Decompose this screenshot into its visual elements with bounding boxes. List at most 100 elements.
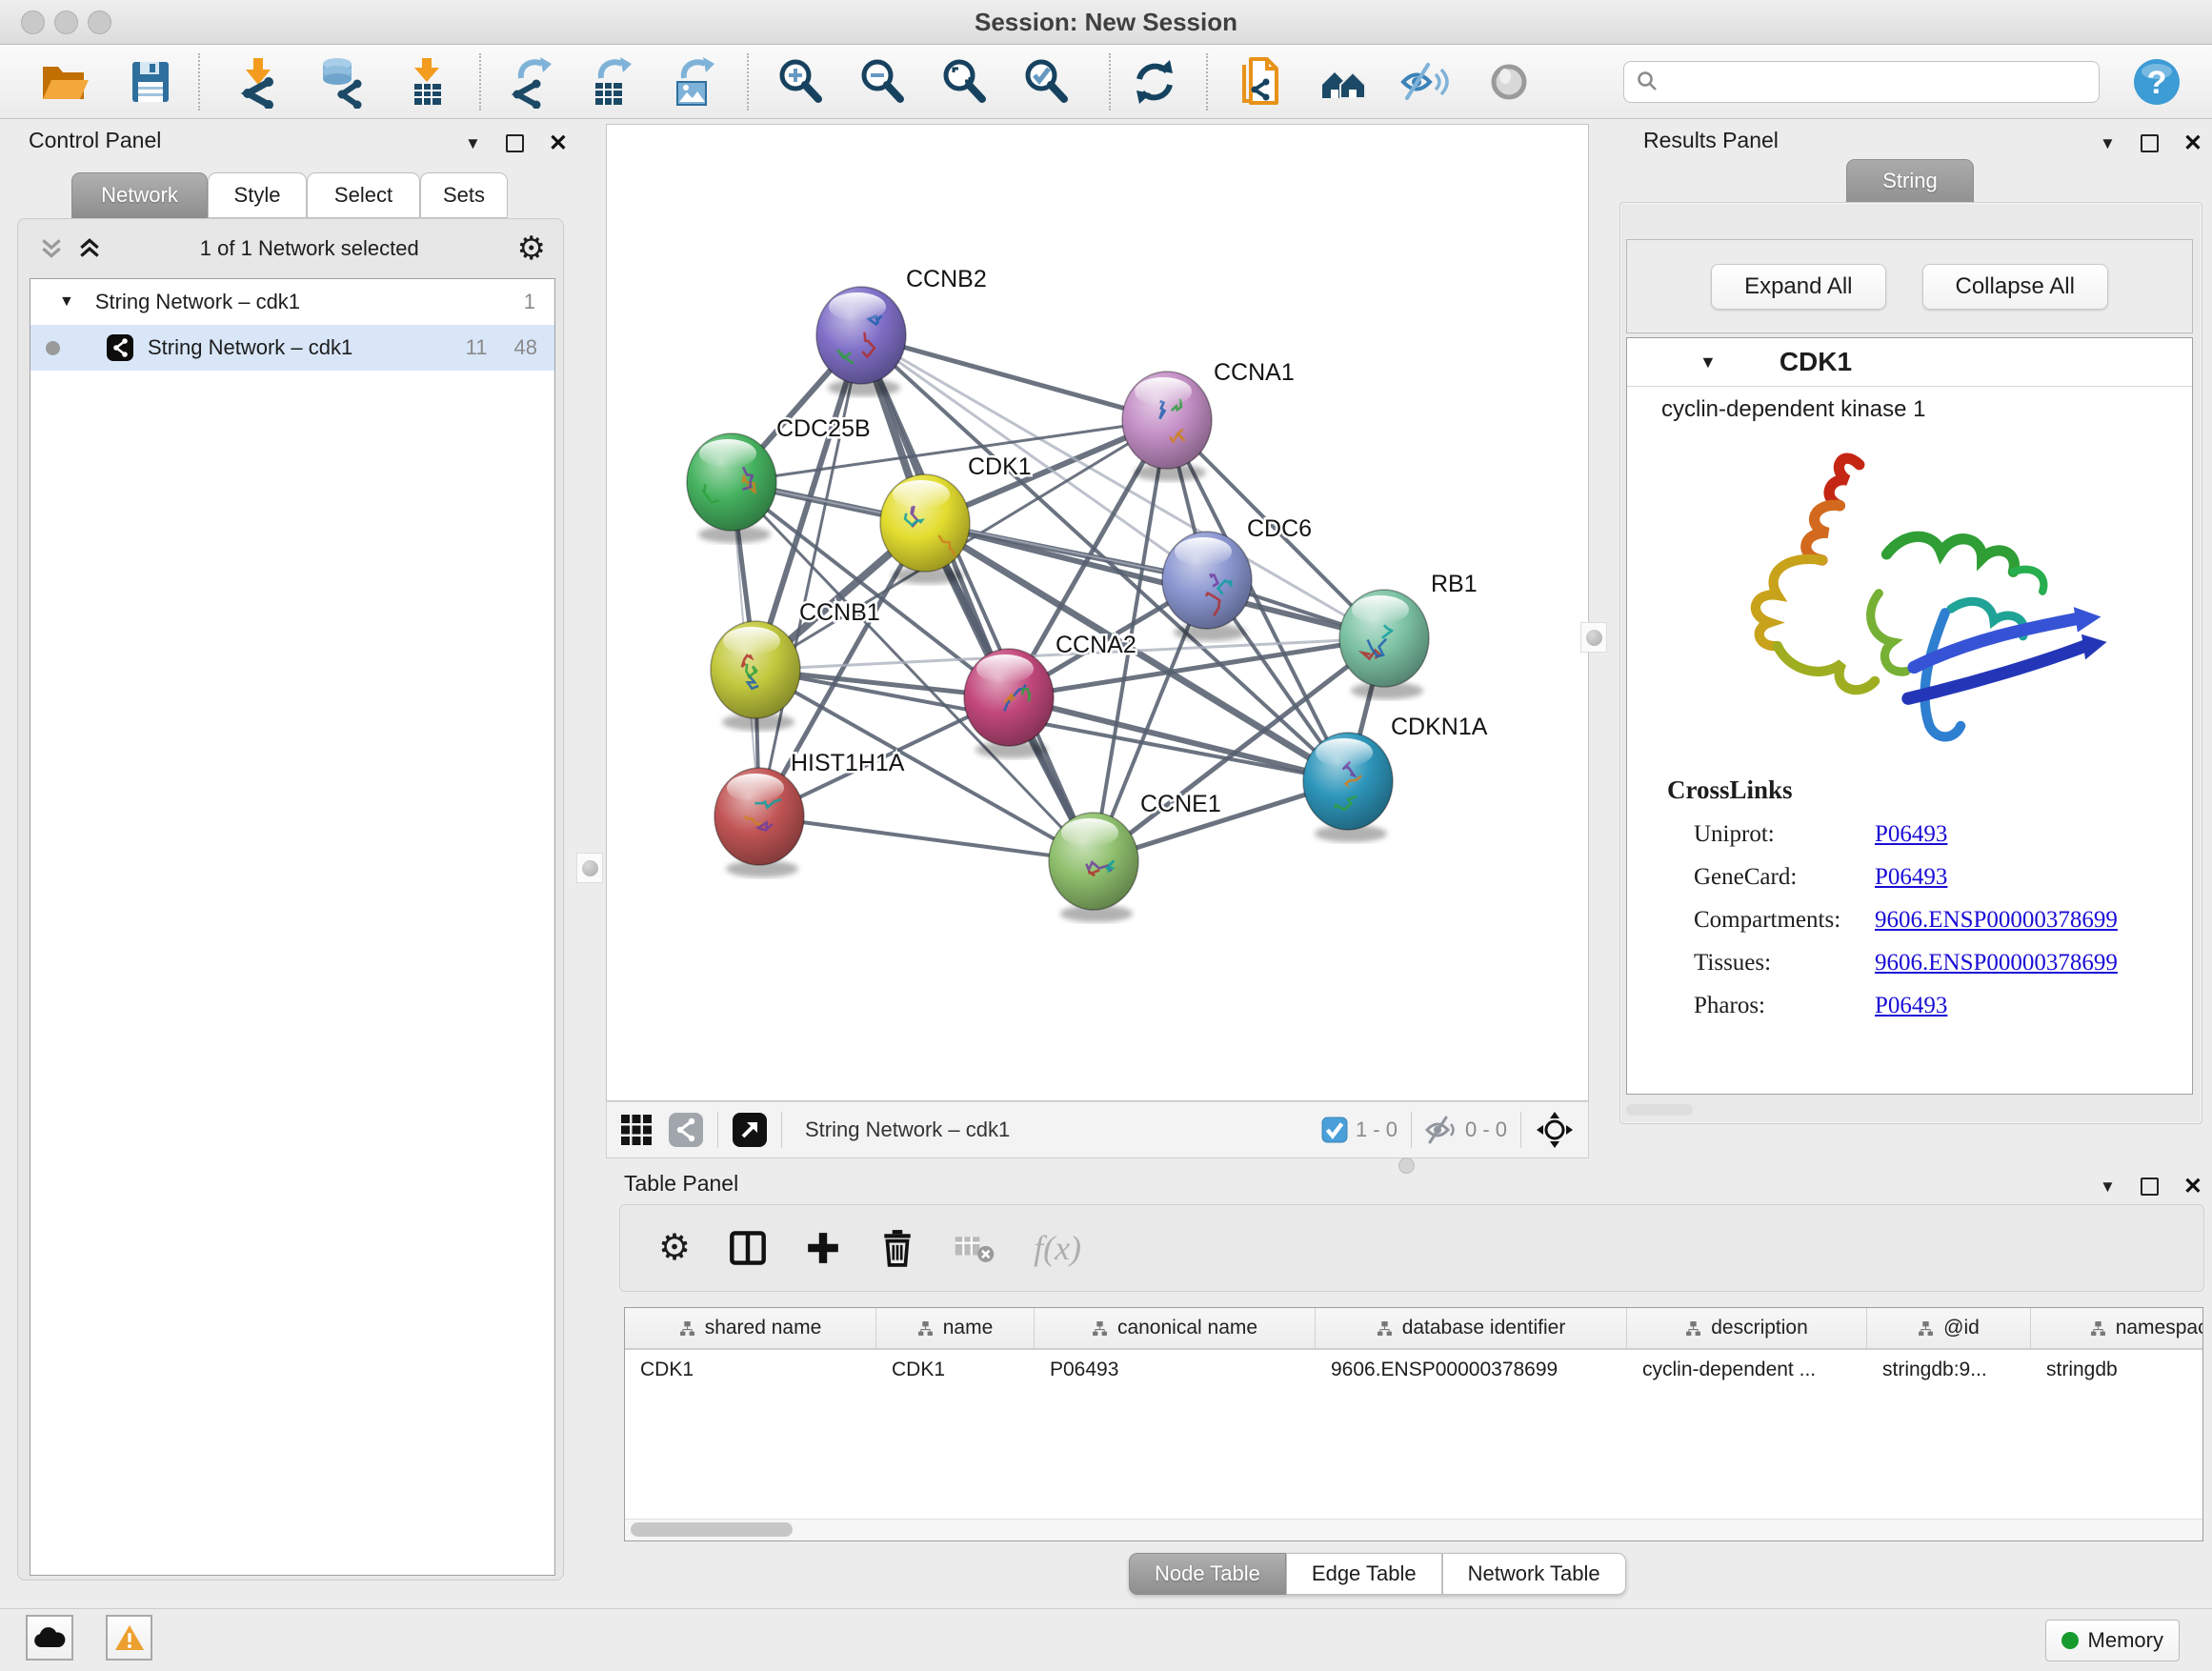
network-canvas[interactable]: CCNB2CCNA1CDC25BCDK1CDC6RB1CCNB1CCNA2CDK… <box>606 124 1589 1101</box>
column-header-namespace[interactable]: namespace <box>2031 1308 2203 1348</box>
close-panel-icon[interactable]: ✕ <box>2183 1173 2202 1200</box>
crosslink-label: GeneCard: <box>1694 864 1875 891</box>
crosslink-link[interactable]: P06493 <box>1875 993 1947 1019</box>
network-list: ▼ String Network – cdk1 1 String Network… <box>30 278 555 1576</box>
collapse-panel-icon[interactable]: ▼ <box>2100 134 2116 153</box>
table-cell[interactable]: stringdb <box>2031 1350 2203 1390</box>
table-cell[interactable]: CDK1 <box>876 1350 1035 1390</box>
close-panel-icon[interactable]: ✕ <box>549 130 568 157</box>
collapse-panel-icon[interactable]: ▼ <box>2100 1178 2116 1197</box>
table-row[interactable]: CDK1CDK1P064939606.ENSP00000378699cyclin… <box>625 1350 2202 1390</box>
crosslink-link[interactable]: 9606.ENSP00000378699 <box>1875 950 2118 976</box>
selected-checkbox-icon[interactable] <box>1321 1117 1348 1143</box>
network-row[interactable]: String Network – cdk1 11 48 <box>30 325 554 371</box>
column-header-canonical-name[interactable]: canonical name <box>1035 1308 1316 1348</box>
crosslink-link[interactable]: 9606.ENSP00000378699 <box>1875 907 2118 934</box>
table-cell[interactable]: cyclin-dependent ... <box>1627 1350 1867 1390</box>
search-input[interactable] <box>1660 69 2074 95</box>
expand-all-icon[interactable] <box>77 236 102 261</box>
warnings-button[interactable] <box>106 1615 152 1661</box>
tab-edge-table[interactable]: Edge Table <box>1286 1553 1442 1595</box>
zoom-out-icon[interactable] <box>855 55 909 109</box>
tab-node-table[interactable]: Node Table <box>1129 1553 1286 1595</box>
tab-string[interactable]: String <box>1846 159 1974 203</box>
string-home-icon[interactable] <box>1317 55 1370 109</box>
protein-collapse-icon[interactable]: ▼ <box>1699 352 1717 372</box>
grid-view-icon[interactable] <box>620 1114 653 1146</box>
crosslink-link[interactable]: P06493 <box>1875 821 1947 848</box>
network-node-HIST1H1A[interactable] <box>714 768 804 877</box>
network-node-count: 11 <box>466 335 488 360</box>
table-horizontal-scrollbar[interactable] <box>625 1519 2202 1540</box>
tab-network[interactable]: Network <box>71 172 208 218</box>
network-node-CCNA1[interactable] <box>1122 372 1212 481</box>
birds-eye-view-icon[interactable] <box>1535 1110 1575 1150</box>
export-image-icon[interactable] <box>667 55 720 109</box>
export-table-icon[interactable] <box>584 55 637 109</box>
float-panel-icon[interactable] <box>2141 134 2159 152</box>
float-panel-icon[interactable] <box>506 134 524 152</box>
right-splitter-handle[interactable] <box>1580 622 1607 653</box>
open-session-icon[interactable] <box>38 55 91 109</box>
column-header--id[interactable]: @id <box>1867 1308 2031 1348</box>
network-node-CDC25B[interactable] <box>687 433 776 543</box>
column-header-name[interactable]: name <box>876 1308 1035 1348</box>
network-collection-row[interactable]: ▼ String Network – cdk1 1 <box>30 279 554 325</box>
network-edge <box>759 816 1094 861</box>
table-settings-gear-icon[interactable]: ⚙ <box>658 1230 691 1266</box>
hide-selected-icon[interactable] <box>1398 55 1452 109</box>
show-columns-icon[interactable] <box>729 1229 767 1267</box>
collapse-all-button[interactable]: Collapse All <box>1922 264 2108 310</box>
expand-all-button[interactable]: Expand All <box>1711 264 1885 310</box>
collection-count: 1 <box>524 290 535 314</box>
open-in-new-window-icon[interactable] <box>732 1112 768 1148</box>
search-field[interactable] <box>1623 61 2100 103</box>
table-cell[interactable]: stringdb:9... <box>1867 1350 2031 1390</box>
results-scrollbar-thumb[interactable] <box>1626 1104 1693 1116</box>
table-cell[interactable]: P06493 <box>1035 1350 1316 1390</box>
network-node-RB1[interactable] <box>1339 590 1429 699</box>
column-header-description[interactable]: description <box>1627 1308 1867 1348</box>
scrollbar-thumb[interactable] <box>631 1522 793 1537</box>
refresh-icon[interactable] <box>1128 55 1181 109</box>
column-header-database-identifier[interactable]: database identifier <box>1316 1308 1627 1348</box>
import-network-icon[interactable] <box>232 55 286 109</box>
tab-network-table[interactable]: Network Table <box>1442 1553 1626 1595</box>
table-cell[interactable]: CDK1 <box>625 1350 876 1390</box>
export-network-icon[interactable] <box>504 55 557 109</box>
help-icon[interactable]: ? <box>2130 55 2183 109</box>
cloud-status-button[interactable] <box>26 1615 73 1661</box>
table-cell[interactable]: 9606.ENSP00000378699 <box>1316 1350 1627 1390</box>
delete-row-icon[interactable] <box>879 1229 915 1267</box>
collapse-all-icon[interactable] <box>39 236 64 261</box>
tab-style[interactable]: Style <box>208 172 307 218</box>
import-string-network-icon[interactable] <box>1235 55 1288 109</box>
close-panel-icon[interactable]: ✕ <box>2183 130 2202 157</box>
network-share-view-icon[interactable] <box>668 1112 704 1148</box>
crosslink-link[interactable]: P06493 <box>1875 864 1947 891</box>
import-network-from-database-icon[interactable] <box>313 55 367 109</box>
zoom-in-icon[interactable] <box>774 55 827 109</box>
column-header-shared-name[interactable]: shared name <box>625 1308 876 1348</box>
protein-card-header[interactable]: ▼ CDK1 <box>1627 338 2192 387</box>
fit-content-icon[interactable] <box>937 55 991 109</box>
network-node-CCNE1[interactable] <box>1049 813 1138 922</box>
tab-sets[interactable]: Sets <box>420 172 508 218</box>
save-session-icon[interactable] <box>124 55 177 109</box>
horizontal-splitter-dot[interactable] <box>1398 1158 1415 1174</box>
network-options-gear-icon[interactable]: ⚙ <box>517 232 546 265</box>
title-bar: Session: New Session <box>0 0 2212 45</box>
left-splitter-handle[interactable] <box>576 853 603 883</box>
collapse-panel-icon[interactable]: ▼ <box>465 134 481 153</box>
zoom-selected-icon[interactable] <box>1019 55 1073 109</box>
add-row-icon[interactable] <box>805 1230 841 1266</box>
search-icon <box>1636 70 1660 94</box>
import-table-icon[interactable] <box>401 55 454 109</box>
network-node-CCNB1[interactable] <box>711 621 800 731</box>
network-node-CCNB2[interactable] <box>816 287 906 396</box>
tab-select[interactable]: Select <box>307 172 420 218</box>
collection-expand-icon[interactable]: ▼ <box>59 293 74 311</box>
float-panel-icon[interactable] <box>2141 1178 2159 1196</box>
memory-button[interactable]: Memory <box>2045 1620 2180 1661</box>
network-node-CDKN1A[interactable] <box>1303 733 1393 842</box>
